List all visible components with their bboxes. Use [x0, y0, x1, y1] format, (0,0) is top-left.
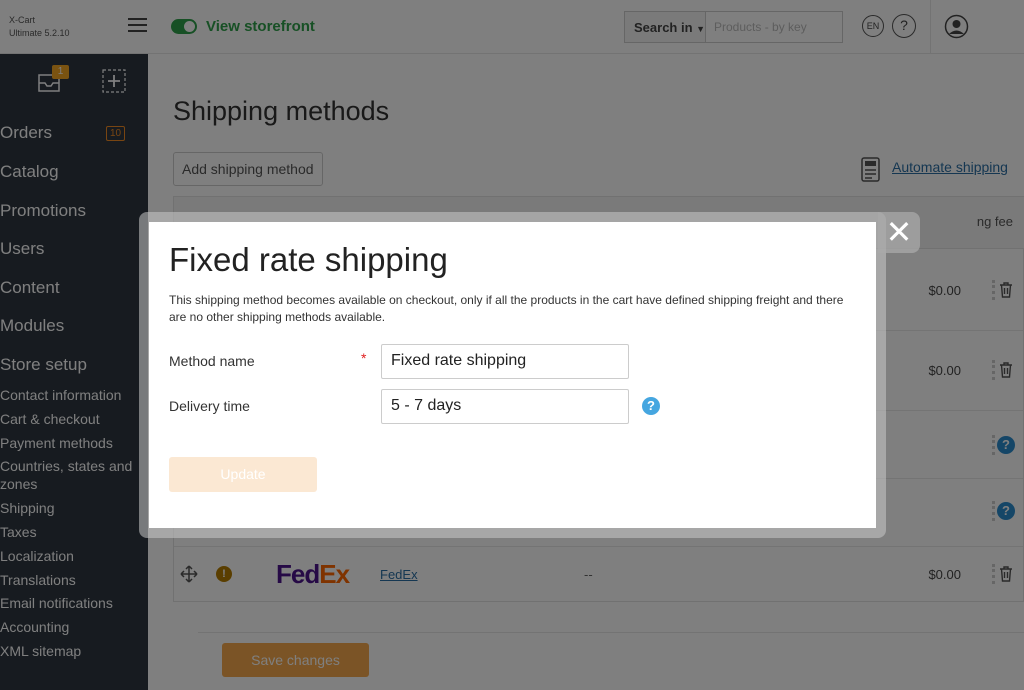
method-name-input[interactable]: Fixed rate shipping	[381, 344, 629, 379]
close-icon[interactable]: ✕	[878, 212, 920, 253]
delivery-time-input[interactable]: 5 - 7 days	[381, 389, 629, 424]
update-button[interactable]: Update	[169, 457, 317, 492]
delivery-time-label: Delivery time	[169, 398, 250, 414]
edit-shipping-method-dialog: Fixed rate shipping This shipping method…	[149, 222, 876, 528]
help-icon[interactable]: ?	[642, 397, 660, 415]
method-name-label: Method name	[169, 353, 255, 369]
required-mark: *	[361, 350, 367, 366]
dialog-title: Fixed rate shipping	[169, 241, 448, 278]
dialog-description: This shipping method becomes available o…	[169, 293, 844, 324]
